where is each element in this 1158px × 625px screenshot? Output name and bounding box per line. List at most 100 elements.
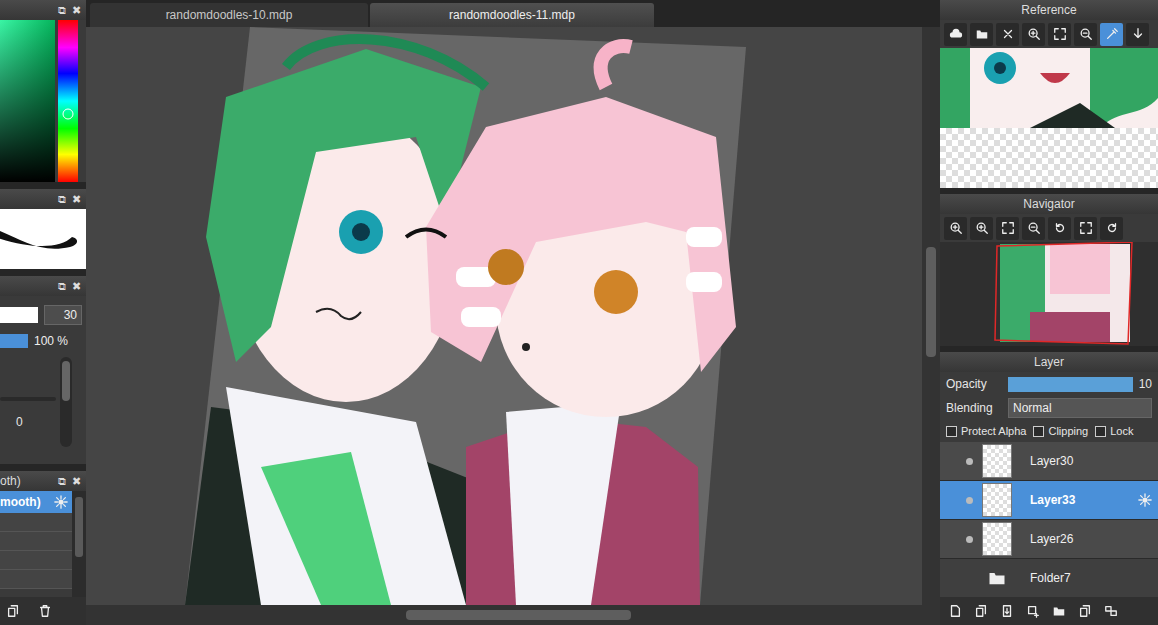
gear-icon (1138, 493, 1152, 507)
navigator-tool-button[interactable] (1048, 217, 1071, 240)
layer-thumbnail (982, 483, 1012, 517)
visibility-toggle[interactable] (964, 456, 974, 466)
layer-opacity-reading: 10 (1139, 377, 1152, 391)
blending-select[interactable]: Normal (1008, 398, 1152, 418)
float-button[interactable]: ⧉ (58, 281, 66, 292)
navigator-tool-button[interactable] (1100, 217, 1123, 240)
tab-bar: randomdoodles-10.mdprandomdoodles-11.mdp (86, 0, 940, 27)
brush-preview-panel: ⧉ ✖ (0, 189, 86, 269)
layer-panel: Layer Opacity 10 Blending Normal Protect… (940, 352, 1158, 625)
reference-tool-button[interactable] (970, 23, 993, 46)
reference-tool-button[interactable] (1100, 23, 1123, 46)
folder-icon (982, 568, 1012, 588)
reference-tool-button[interactable] (996, 23, 1019, 46)
layer-tool-button[interactable] (1104, 604, 1118, 618)
layer-option-checkbox[interactable]: Clipping (1033, 425, 1088, 437)
layer-option-checkbox[interactable]: Protect Alpha (946, 425, 1026, 437)
navigator-thumbnail[interactable] (940, 242, 1158, 346)
visibility-toggle[interactable] (964, 495, 974, 505)
float-button[interactable]: ⧉ (58, 5, 66, 16)
opacity-slider[interactable] (0, 334, 28, 348)
panel-header: ⧉ ✖ (0, 189, 86, 209)
copy-button[interactable] (6, 604, 20, 618)
scrollbar[interactable] (60, 357, 72, 447)
opacity-reading: 100 % (34, 334, 68, 348)
panel-header: oth) ⧉ ✖ (0, 471, 86, 491)
artwork-canvas[interactable] (86, 27, 922, 605)
zoom-out-icon (1079, 27, 1093, 41)
reference-picture (940, 48, 1158, 128)
navigator-tool-button[interactable] (1022, 217, 1045, 240)
fit-screen-icon (1079, 221, 1093, 235)
hue-bar[interactable] (58, 20, 78, 182)
size-slider[interactable] (0, 307, 38, 323)
stroke-preview-icon (0, 209, 86, 269)
gear-icon (54, 495, 68, 509)
folder-icon (1052, 604, 1066, 618)
stroke-preview (0, 209, 86, 269)
visibility-toggle[interactable] (964, 573, 974, 583)
vertical-scrollbar[interactable] (922, 27, 940, 605)
navigator-tool-button[interactable] (996, 217, 1019, 240)
layer-tool-button[interactable] (1000, 604, 1014, 618)
brush-item[interactable]: mooth) (0, 491, 72, 513)
reference-tool-button[interactable] (944, 23, 967, 46)
navigator-tool-button[interactable] (944, 217, 967, 240)
layer-row[interactable]: Layer33 (940, 481, 1158, 520)
color-panel: ⧉ ✖ (0, 0, 86, 182)
right-panels: Reference Navigator Layer Opacity 10 Ble… (940, 0, 1158, 625)
reference-tool-button[interactable] (1074, 23, 1097, 46)
layer-tool-button[interactable] (948, 604, 962, 618)
layer-opacity: Opacity 10 (940, 372, 1158, 396)
document-area: randomdoodles-10.mdprandomdoodles-11.mdp (86, 0, 940, 625)
navigator-tool-button[interactable] (1074, 217, 1097, 240)
hue-marker[interactable] (63, 108, 74, 119)
close-button[interactable]: ✖ (72, 5, 81, 16)
document-tab[interactable]: randomdoodles-10.mdp (90, 3, 368, 27)
spacing-slider[interactable] (0, 397, 56, 401)
reference-tool-button[interactable] (1126, 23, 1149, 46)
reference-tool-button[interactable] (1022, 23, 1045, 46)
visibility-toggle[interactable] (964, 534, 974, 544)
horizontal-scrollbar[interactable] (86, 605, 940, 625)
close-button[interactable]: ✖ (72, 281, 81, 292)
merge-icon (1104, 604, 1118, 618)
brush-item-empty[interactable] (0, 532, 72, 551)
navigator-tool-button[interactable] (970, 217, 993, 240)
layer-tool-button[interactable] (1026, 604, 1040, 618)
close-button[interactable]: ✖ (72, 476, 81, 487)
layer-row[interactable]: Layer26 (940, 520, 1158, 559)
fit-icon (1053, 27, 1067, 41)
medibang-window: ⧉ ✖ ⧉ ✖ ⧉ ✖ 30 100 % 0 oth) ⧉ ✖ mooth) r… (0, 0, 1158, 625)
layer-option-checkbox[interactable]: Lock (1095, 425, 1133, 437)
brush-item-empty[interactable] (0, 551, 72, 570)
layer-tool-button[interactable] (1078, 604, 1092, 618)
reference-toolbar (940, 20, 1158, 48)
zoom-out-icon (1027, 221, 1041, 235)
float-button[interactable]: ⧉ (58, 194, 66, 205)
close-icon (1001, 27, 1015, 41)
layer-tool-button[interactable] (1052, 604, 1066, 618)
document-tab[interactable]: randomdoodles-11.mdp (370, 3, 654, 27)
brush-settings-panel: ⧉ ✖ 30 100 % 0 (0, 276, 86, 464)
reference-panel: Reference (940, 0, 1158, 188)
brush-item-empty[interactable] (0, 513, 72, 532)
layer-toolbar (940, 597, 1158, 625)
brush-toolbar (0, 597, 86, 625)
layer-opacity-slider[interactable] (1008, 377, 1133, 392)
left-panels: ⧉ ✖ ⧉ ✖ ⧉ ✖ 30 100 % 0 oth) ⧉ ✖ mooth) (0, 0, 86, 625)
layer-row[interactable]: Folder7 (940, 559, 1158, 597)
layer-blending: Blending Normal (940, 396, 1158, 420)
layer-list: Layer30 Layer33 Layer26 Folder7 (940, 442, 1158, 597)
scrollbar[interactable] (72, 491, 86, 597)
reference-tool-button[interactable] (1048, 23, 1071, 46)
layer-row[interactable]: Layer30 (940, 442, 1158, 481)
float-button[interactable]: ⧉ (58, 476, 66, 487)
saturation-value-square[interactable] (0, 20, 55, 182)
layer-tool-button[interactable] (974, 604, 988, 618)
close-button[interactable]: ✖ (72, 194, 81, 205)
delete-button[interactable] (38, 604, 52, 618)
brush-item-empty[interactable] (0, 570, 72, 589)
size-field[interactable]: 30 (44, 305, 82, 325)
canvas-area[interactable] (86, 27, 922, 605)
